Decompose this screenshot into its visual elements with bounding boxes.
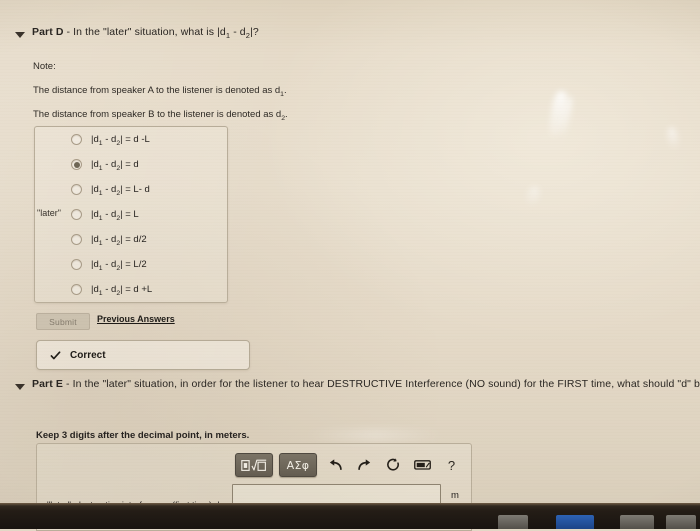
part-d-title: Part D - In the "later" situation, what … (32, 26, 259, 40)
choice-label-mid: - d (102, 259, 117, 270)
radio-button[interactable] (71, 284, 82, 295)
part-d-header[interactable]: Part D - In the "later" situation, what … (14, 26, 259, 41)
check-icon (50, 350, 61, 359)
choice-label-suffix: | = d +L (120, 284, 153, 295)
subscript: 2 (116, 165, 121, 172)
subscript: 2 (116, 290, 121, 297)
chevron-down-icon[interactable] (14, 29, 26, 41)
radio-button[interactable] (71, 134, 82, 145)
choice-label: |d1 - d2| = d -L (91, 134, 150, 147)
help-button[interactable]: ? (441, 454, 462, 476)
choice-label-mid: - d (102, 134, 117, 145)
correct-feedback-banner: Correct (36, 340, 250, 370)
reset-circle-icon[interactable] (383, 454, 404, 476)
choice-label-mid: - d (102, 209, 117, 220)
subscript: 2 (116, 240, 121, 247)
choice-label-mid: - d (102, 284, 117, 295)
keyboard-icon[interactable] (412, 454, 433, 476)
undo-arrow-icon[interactable] (325, 454, 346, 476)
choice-label-suffix: | = d -L (120, 134, 150, 145)
part-d-answer-panel: |d1 - d2| = d -L |d1 - d2| = d |d1 - d2| =… (34, 126, 228, 303)
part-e-header[interactable]: Part E - In the "later" situation, in or… (14, 378, 700, 390)
radio-button[interactable] (71, 184, 82, 195)
choice-label-mid: - d (102, 159, 117, 170)
choice-row[interactable]: |d1 - d2| = d +L (35, 277, 227, 302)
radio-button[interactable] (71, 234, 82, 245)
subscript: 2 (116, 215, 121, 222)
choice-row[interactable]: |d1 - d2| = d (35, 152, 227, 177)
choice-label: |d1 - d2| = d/2 (91, 234, 147, 247)
greek-symbols-button[interactable]: ΑΣφ (279, 453, 317, 477)
radio-button[interactable] (71, 159, 82, 170)
part-e-hint: Keep 3 digits after the decimal point, i… (36, 430, 250, 441)
chevron-down-icon[interactable] (14, 381, 26, 393)
choice-label-suffix: | = d/2 (120, 234, 147, 245)
choice-row[interactable]: |d1 - d2| = L- d (35, 177, 227, 202)
correct-text: Correct (70, 349, 106, 361)
note-line-d2: The distance from speaker B to the liste… (33, 108, 288, 122)
choice-row[interactable]: |d1 - d2| = d -L (35, 127, 227, 152)
subscript: 1 (98, 165, 103, 172)
choice-row[interactable]: |d1 - d2| = d/2 (35, 227, 227, 252)
desk-object (620, 515, 654, 529)
later-annotation-label: "later" (37, 208, 61, 218)
redo-arrow-icon[interactable] (354, 454, 375, 476)
subscript: 1 (98, 240, 103, 247)
desk-object (556, 515, 594, 529)
radio-button[interactable] (71, 259, 82, 270)
desk-object (498, 515, 528, 529)
subscript: 2 (116, 140, 121, 147)
subscript: 2 (116, 190, 121, 197)
subscript: 1 (98, 140, 103, 147)
choice-row[interactable]: |d1 - d2| = L/2 (35, 252, 227, 277)
unit-label-meters: m (451, 490, 459, 501)
template-sqrt-icon[interactable] (235, 453, 273, 477)
radio-group[interactable]: |d1 - d2| = d -L |d1 - d2| = d |d1 - d2| =… (35, 127, 227, 302)
choice-label-suffix: | = d (120, 159, 139, 170)
choice-label-suffix: | = L- d (120, 184, 150, 195)
subscript: 1 (98, 215, 103, 222)
subscript: 1 (98, 190, 103, 197)
choice-label-suffix: | = L (120, 209, 139, 220)
monitor-bezel-strip (0, 503, 700, 529)
choice-label: |d1 - d2| = d (91, 159, 139, 172)
choice-label-mid: - d (102, 184, 117, 195)
subscript: 2 (116, 265, 121, 272)
note-line-d1: The distance from speaker A to the liste… (33, 84, 287, 98)
math-toolbar[interactable]: ΑΣφ ? (235, 452, 465, 478)
choice-row[interactable]: |d1 - d2| = L (35, 202, 227, 227)
choice-label-mid: - d (102, 234, 117, 245)
part-e-title: Part E - In the "later" situation, in or… (32, 378, 700, 390)
subscript: 1 (98, 265, 103, 272)
desk-object (666, 515, 696, 529)
assignment-content: Part D - In the "later" situation, what … (0, 0, 700, 531)
subscript: 1 (98, 290, 103, 297)
choice-label: |d1 - d2| = L (91, 209, 139, 222)
radio-button[interactable] (71, 209, 82, 220)
choice-label-suffix: | = L/2 (120, 259, 147, 270)
submit-button[interactable]: Submit (36, 313, 90, 330)
previous-answers-link[interactable]: Previous Answers (97, 314, 175, 324)
choice-label: |d1 - d2| = d +L (91, 284, 153, 297)
part-d-note: Note: The distance from speaker A to the… (33, 61, 288, 134)
note-label: Note: (33, 61, 56, 72)
choice-label: |d1 - d2| = L- d (91, 184, 150, 197)
choice-label: |d1 - d2| = L/2 (91, 259, 147, 272)
